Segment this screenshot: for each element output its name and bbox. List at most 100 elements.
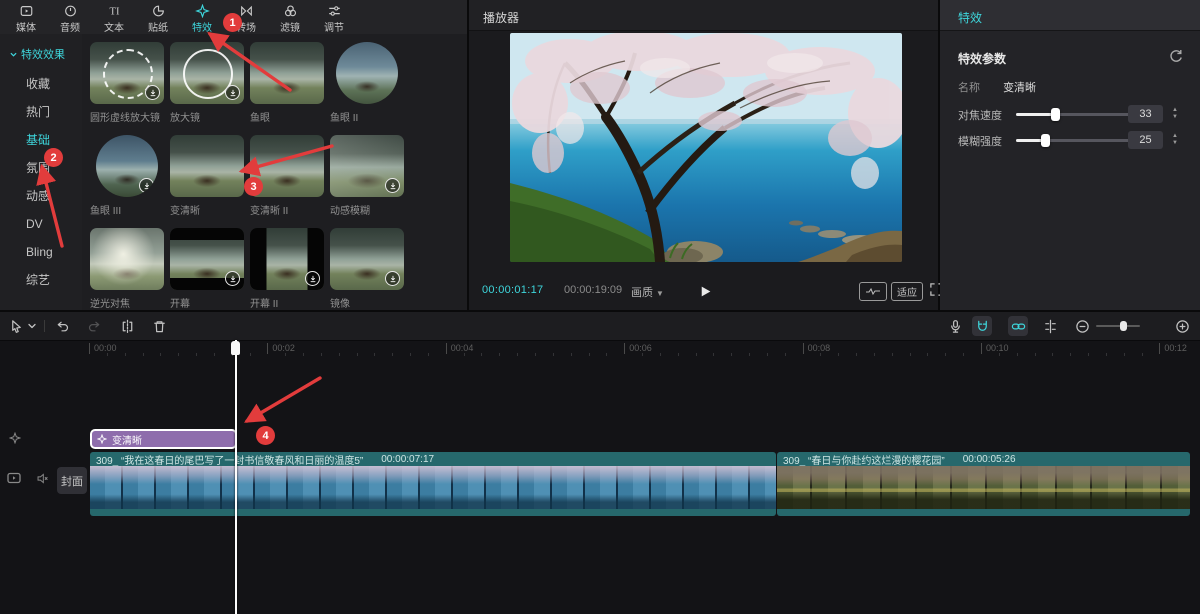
effect-thumbnail[interactable]	[170, 42, 244, 104]
video-clip-2[interactable]: 309_ “春日与你赴约这烂漫的樱花园” 00:00:05:26	[777, 452, 1190, 516]
sidebar-item-favorites[interactable]: 收藏	[0, 70, 82, 98]
tab-audio[interactable]: 音频	[48, 0, 92, 34]
auto-snap-toggle[interactable]	[972, 316, 992, 336]
effect-item-11[interactable]: 开幕 II	[250, 228, 324, 310]
zoom-out-button[interactable]	[1072, 316, 1092, 336]
zoom-in-button[interactable]	[1172, 316, 1192, 336]
param-label: 模糊强度	[958, 133, 1002, 149]
preview-axis-toggle[interactable]	[1040, 316, 1060, 336]
clip-thumbnails	[777, 466, 1190, 509]
blur-strength-slider[interactable]	[1016, 139, 1133, 142]
tab-filter[interactable]: 滤镜	[268, 0, 312, 34]
filter-icon	[283, 4, 298, 18]
param-row-blur-strength: 模糊强度 25 ▲▼	[940, 130, 1200, 150]
effect-thumbnail[interactable]	[336, 42, 398, 104]
effect-item-6[interactable]: 变清晰	[170, 135, 244, 217]
effect-thumbnail[interactable]	[90, 42, 164, 104]
ruler-minor-tick	[428, 353, 429, 356]
effect-thumbnail[interactable]	[250, 42, 324, 104]
tab-text[interactable]: TI 文本	[92, 0, 136, 34]
ruler-minor-tick	[517, 353, 518, 356]
audio-icon	[63, 4, 78, 18]
select-tool-button[interactable]	[6, 316, 26, 336]
tab-sticker[interactable]: 贴纸	[136, 0, 180, 34]
effect-item-8[interactable]: 动感模糊	[330, 135, 404, 217]
effect-item-2[interactable]: 放大镜	[170, 42, 244, 124]
sidebar-item-hot[interactable]: 热门	[0, 98, 82, 126]
blur-strength-stepper[interactable]: ▲▼	[1168, 130, 1182, 150]
tab-adjust[interactable]: 调节	[312, 0, 356, 34]
effect-thumbnail[interactable]	[170, 135, 244, 197]
ruler-minor-tick	[392, 353, 393, 356]
sidebar-header-effects[interactable]: 特效效果	[0, 34, 82, 70]
tab-media[interactable]: 媒体	[4, 0, 48, 34]
effect-label: 开幕	[170, 295, 244, 310]
slider-thumb[interactable]	[1051, 108, 1060, 121]
effect-item-5[interactable]: 鱼眼 III	[90, 135, 164, 217]
effect-item-7[interactable]: 变清晰 II	[250, 135, 324, 217]
undo-button[interactable]	[52, 316, 72, 336]
effect-item-3[interactable]: 鱼眼	[250, 42, 324, 124]
effect-label: 动感模糊	[330, 202, 404, 217]
effect-settings-panel: 特效 特效参数 名称 变清晰 对焦速度 33 ▲▼ 模糊强度 25 ▲▼	[940, 0, 1200, 310]
sidebar-item-dv[interactable]: DV	[0, 210, 82, 238]
record-audio-button[interactable]	[945, 316, 965, 336]
video-track-icon[interactable]	[6, 470, 22, 486]
effect-thumbnail[interactable]	[330, 135, 404, 197]
preview-quality-icon[interactable]	[859, 282, 887, 301]
effect-item-12[interactable]: 镜像	[330, 228, 404, 310]
tab-label: 音频	[60, 19, 80, 34]
effect-item-1[interactable]: 圆形虚线放大镜	[90, 42, 164, 124]
delete-button[interactable]	[149, 316, 169, 336]
effect-thumbnail[interactable]	[96, 135, 158, 197]
ruler-tick-label: 00:10	[981, 343, 1009, 354]
fit-button[interactable]: 适应	[891, 282, 923, 301]
effect-item-9[interactable]: 逆光对焦	[90, 228, 164, 310]
ruler-minor-tick	[1017, 353, 1018, 356]
cover-button[interactable]: 封面	[57, 467, 87, 494]
tab-effects[interactable]: 特效	[180, 0, 224, 34]
effect-item-10[interactable]: 开幕	[170, 228, 244, 310]
select-tool-dropdown[interactable]	[26, 316, 38, 336]
sidebar-item-variety[interactable]: 综艺	[0, 266, 82, 294]
split-button[interactable]	[117, 316, 137, 336]
video-preview[interactable]	[510, 33, 902, 262]
split-icon	[120, 319, 135, 334]
focus-speed-value[interactable]: 33	[1128, 105, 1163, 123]
quality-dropdown[interactable]: 画质▼	[631, 284, 664, 300]
play-button[interactable]	[695, 281, 715, 301]
effect-thumbnail[interactable]	[170, 228, 244, 290]
effect-item-4[interactable]: 鱼眼 II	[330, 42, 404, 124]
chevron-down-icon	[10, 51, 17, 58]
sidebar-item-atmosphere[interactable]: 氛围	[0, 154, 82, 182]
reset-button[interactable]	[1168, 48, 1184, 64]
slider-thumb[interactable]	[1041, 134, 1050, 147]
download-icon	[139, 178, 154, 193]
redo-button[interactable]	[84, 316, 104, 336]
focus-speed-slider[interactable]	[1016, 113, 1133, 116]
effect-clip-selected[interactable]: 变清晰	[90, 429, 237, 449]
sidebar-item-dynamic[interactable]: 动感	[0, 182, 82, 210]
blur-strength-value[interactable]: 25	[1128, 131, 1163, 149]
total-duration: 00:00:19:09	[564, 284, 622, 296]
timeline-zoom-slider[interactable]	[1096, 325, 1140, 327]
slider-thumb[interactable]	[1120, 321, 1127, 331]
ruler-minor-tick	[749, 353, 750, 356]
sidebar-item-bling[interactable]: Bling	[0, 238, 82, 266]
effects-category-sidebar: 特效效果 收藏 热门 基础 氛围 动感 DV Bling 综艺	[0, 34, 82, 310]
effect-thumbnail[interactable]	[90, 228, 164, 290]
timeline-ruler[interactable]: 00:0000:0200:0400:0600:0800:1000:12	[0, 340, 1200, 358]
ruler-minor-tick	[642, 353, 643, 356]
ruler-minor-tick	[856, 353, 857, 356]
linkage-toggle[interactable]	[1008, 316, 1028, 336]
effect-thumbnail[interactable]	[330, 228, 404, 290]
effect-label: 放大镜	[170, 109, 244, 124]
ruler-minor-tick	[571, 353, 572, 356]
video-clip-1[interactable]: 309_ “我在这春日的尾巴写了一封书信敬春风和日丽的温度5” 00:00:07…	[90, 452, 776, 516]
sidebar-item-basic[interactable]: 基础	[0, 126, 82, 154]
playhead-handle[interactable]	[231, 341, 240, 355]
redo-icon	[87, 319, 102, 334]
effect-thumbnail[interactable]	[250, 228, 324, 290]
mute-track-icon[interactable]	[36, 472, 49, 485]
focus-speed-stepper[interactable]: ▲▼	[1168, 104, 1182, 124]
